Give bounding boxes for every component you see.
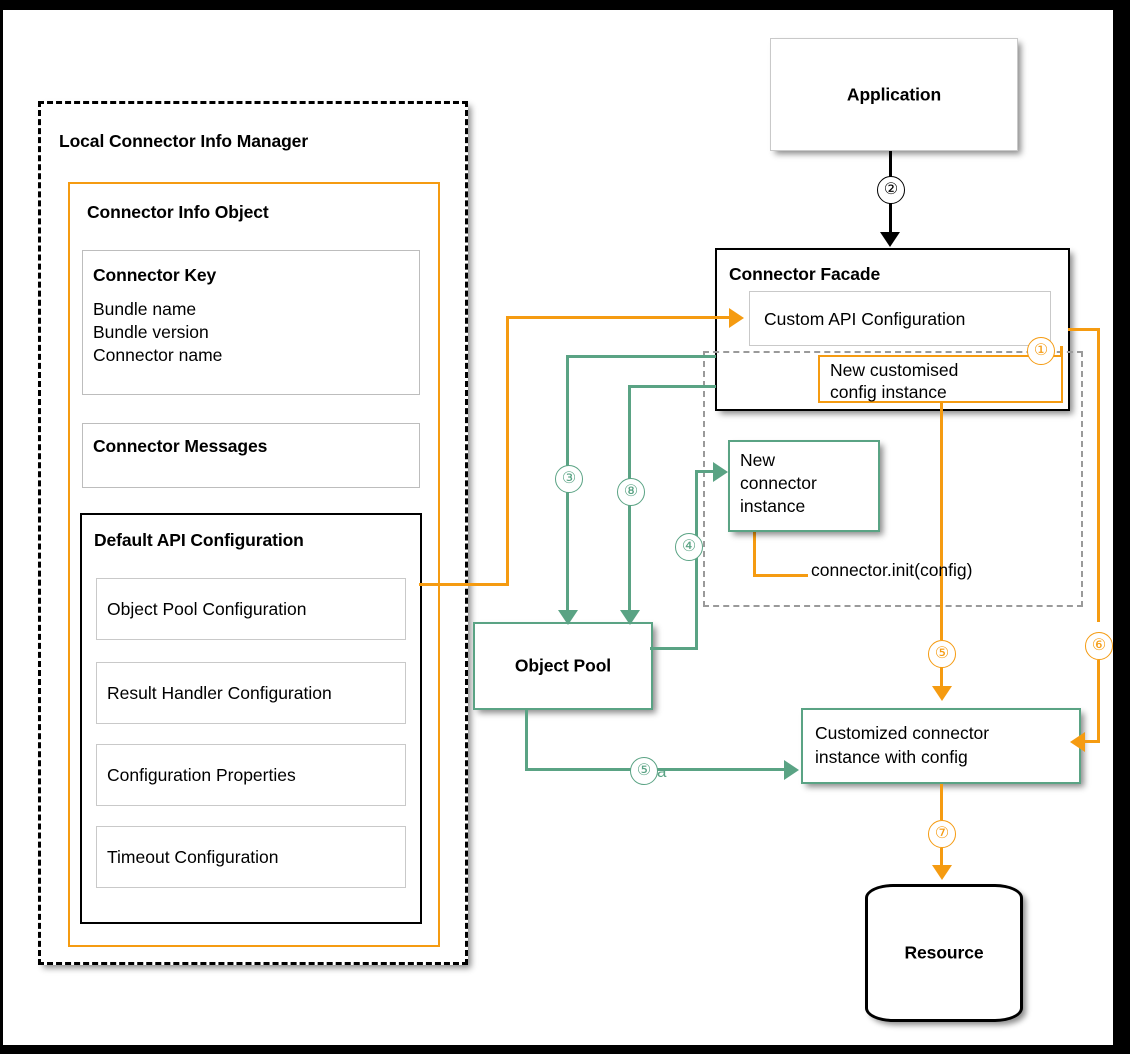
step-badge-5a: ⑤ [630, 757, 658, 785]
node-object-pool: Object Pool [473, 622, 653, 710]
edge-step5-vertical [940, 402, 943, 640]
step-badge-2: ② [877, 176, 905, 204]
node-customized-connector-instance: Customized connector instance with confi… [801, 708, 1081, 784]
edge-step5-arrowhead [932, 686, 952, 701]
edge-step5a-vertical [525, 710, 528, 770]
edge-application-to-facade-arrowhead [880, 232, 900, 247]
node-application: Application [770, 38, 1018, 151]
new-connector-instance-line3: instance [740, 496, 806, 516]
step-badge-5a-suffix: a [657, 762, 667, 781]
step-badge-8: ⑧ [617, 478, 645, 506]
resource-label: Resource [904, 942, 984, 963]
default-api-configuration-label: Default API Configuration [94, 530, 304, 550]
new-customised-config-instance-line1: New customised [830, 360, 959, 380]
step-badge-1: ① [1027, 337, 1055, 365]
edge-defaultconfig-to-customapi-arrowhead [729, 308, 744, 328]
edge-step4-arrowhead [713, 462, 728, 482]
connector-key-item-0: Bundle name [93, 299, 197, 319]
custom-api-configuration-label: Custom API Configuration [764, 308, 966, 329]
edge-step3-arrowhead [558, 610, 578, 625]
node-result-handler-configuration: Result Handler Configuration [96, 662, 406, 724]
connector-key-item-2: Connector name [93, 345, 223, 365]
step-badge-3: ③ [555, 465, 583, 493]
node-resource: Resource [865, 884, 1023, 1022]
object-pool-label: Object Pool [514, 655, 612, 676]
connector-init-call-label: connector.init(config) [811, 560, 973, 580]
edge-step4-from-pool-horizontal [650, 647, 698, 650]
diagram-canvas: Local Connector Info Manager Connector I… [0, 0, 1130, 1054]
edge-step8-arrowhead [620, 610, 640, 625]
new-customised-config-instance-line2: config instance [830, 382, 947, 402]
node-configuration-properties: Configuration Properties [96, 744, 406, 806]
connector-init-leader-horizontal [753, 574, 808, 577]
edge-defaultconfig-vertical [506, 316, 509, 586]
new-connector-instance-line2: connector [740, 473, 817, 493]
step-badge-5: ⑤ [928, 640, 956, 668]
edge-defaultconfig-out-horizontal [419, 583, 509, 586]
edge-step4-vertical [695, 470, 698, 650]
edge-step7-arrowhead [932, 865, 952, 880]
edge-step6-arrowhead [1070, 732, 1085, 752]
step-badge-6: ⑥ [1085, 632, 1113, 660]
connector-key-label: Connector Key [93, 265, 217, 285]
result-handler-configuration-label: Result Handler Configuration [107, 682, 332, 703]
new-connector-instance-line1: New [740, 450, 776, 470]
edge-defaultconfig-to-customapi-horizontal [506, 316, 731, 319]
edge-step8-horizontal [628, 385, 716, 388]
node-custom-api-configuration: Custom API Configuration [749, 291, 1051, 346]
step-badge-4: ④ [675, 533, 703, 561]
node-new-customised-config-instance: New customised config instance [818, 355, 1063, 403]
timeout-configuration-label: Timeout Configuration [107, 846, 279, 867]
edge-step7-vertical [940, 784, 943, 820]
customized-connector-instance-line2: instance with config [815, 747, 968, 767]
edge-step3-horizontal [566, 355, 716, 358]
connector-key-item-1: Bundle version [93, 322, 209, 342]
edge-step6-top-horizontal [1068, 328, 1100, 331]
connector-messages-label: Connector Messages [93, 436, 268, 456]
object-pool-configuration-label: Object Pool Configuration [107, 598, 307, 619]
node-object-pool-configuration: Object Pool Configuration [96, 578, 406, 640]
edge-step5a-arrowhead [784, 760, 799, 780]
connector-info-object-label: Connector Info Object [87, 202, 269, 222]
edge-step6-vertical [1097, 328, 1100, 622]
connector-facade-label: Connector Facade [729, 264, 881, 284]
edge-step6-bottom-horizontal [1085, 740, 1100, 743]
node-connector-key: Connector Key Bundle name Bundle version… [82, 250, 420, 395]
local-connector-info-manager-label: Local Connector Info Manager [59, 131, 309, 151]
node-new-connector-instance: New connector instance [728, 440, 880, 532]
node-timeout-configuration: Timeout Configuration [96, 826, 406, 888]
diagram-paper: Local Connector Info Manager Connector I… [3, 10, 1113, 1045]
step-badge-7: ⑦ [928, 820, 956, 848]
customized-connector-instance-line1: Customized connector [815, 723, 990, 743]
configuration-properties-label: Configuration Properties [107, 764, 296, 785]
edge-step6-vertical-lower [1097, 660, 1100, 742]
connector-init-leader-vertical [753, 532, 756, 577]
node-connector-messages: Connector Messages [82, 423, 420, 488]
application-label: Application [846, 84, 942, 104]
